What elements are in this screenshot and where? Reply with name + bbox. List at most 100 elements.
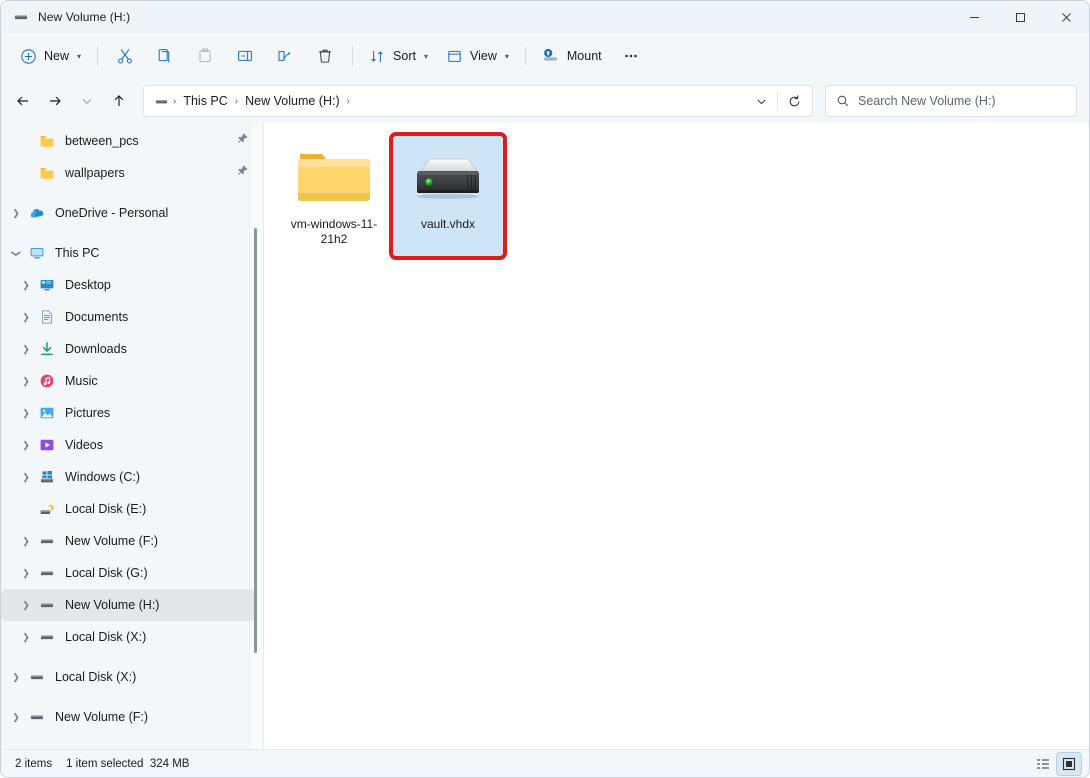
sidebar-item-pictures[interactable]: ❯ Pictures xyxy=(1,397,257,429)
sidebar-item-label: New Volume (F:) xyxy=(55,710,149,724)
sidebar-item-downloads[interactable]: ❯ Downloads xyxy=(1,333,257,365)
paste-button[interactable] xyxy=(185,40,225,72)
chevron-right-icon[interactable]: ❯ xyxy=(15,536,37,547)
toolbar-divider xyxy=(97,46,99,66)
sidebar-item-windows-c[interactable]: ❯ Windows (C:) xyxy=(1,461,257,493)
chevron-right-icon[interactable]: ❯ xyxy=(5,208,27,219)
main-body: between_pcs wallpapers ❯ OneDrive - Persona… xyxy=(1,123,1089,749)
address-dropdown-button[interactable] xyxy=(747,88,775,114)
status-bar: 2 items 1 item selected 324 MB xyxy=(1,749,1089,777)
sidebar-item-local-disk-x[interactable]: ❯ Local Disk (X:) xyxy=(1,621,257,653)
chevron-down-icon: ▾ xyxy=(423,51,428,61)
sidebar-item-videos[interactable]: ❯ Videos xyxy=(1,429,257,461)
chevron-right-icon[interactable]: ❯ xyxy=(15,312,37,323)
copy-button[interactable] xyxy=(145,40,185,72)
sidebar-item-local-disk-g[interactable]: ❯ Local Disk (G:) xyxy=(1,557,257,589)
rename-icon xyxy=(238,50,252,61)
pin-icon[interactable] xyxy=(236,164,249,182)
chevron-down-icon[interactable]: ❯ xyxy=(11,242,22,264)
navigation-tree: between_pcs wallpapers ❯ OneDrive - Persona… xyxy=(1,125,263,733)
sidebar-item-this-pc[interactable]: ❯ This PC xyxy=(1,237,257,269)
delete-button[interactable] xyxy=(305,40,345,72)
up-button[interactable] xyxy=(103,85,135,117)
title-bar: New Volume (H:) xyxy=(1,1,1089,33)
chevron-right-icon[interactable]: ❯ xyxy=(15,376,37,387)
sort-button[interactable]: Sort ▾ xyxy=(360,40,437,72)
search-icon xyxy=(836,94,850,108)
sidebar-item-documents[interactable]: ❯ Documents xyxy=(1,301,257,333)
file-tile[interactable]: vault.vhdx xyxy=(389,132,507,260)
large-icons-view-icon xyxy=(1062,757,1076,770)
breadcrumb: › This PC › New Volume (H:) › xyxy=(172,91,747,111)
sidebar-item-new-volume-f[interactable]: ❯ New Volume (F:) xyxy=(1,525,257,557)
chevron-right-icon[interactable]: ❯ xyxy=(15,280,37,291)
selection-count-text: 1 item selected xyxy=(66,757,144,770)
breadcrumb-item-this-pc[interactable]: This PC xyxy=(177,91,233,111)
sort-button-label: Sort xyxy=(393,49,416,63)
windows-drive-icon xyxy=(37,469,57,485)
sidebar-item-wallpapers[interactable]: wallpapers xyxy=(1,157,257,189)
drive-icon xyxy=(27,709,47,725)
view-button[interactable]: View ▾ xyxy=(437,40,518,72)
sidebar-item-label: Local Disk (E:) xyxy=(65,502,147,516)
music-icon xyxy=(37,373,57,389)
chevron-right-icon[interactable]: ❯ xyxy=(15,344,37,355)
rename-button[interactable] xyxy=(225,40,265,72)
search-box[interactable] xyxy=(825,85,1077,117)
sidebar-item-label: Local Disk (X:) xyxy=(65,630,147,644)
chevron-right-icon[interactable]: ❯ xyxy=(5,712,27,723)
pin-icon[interactable] xyxy=(236,132,249,150)
file-name-label: vault.vhdx xyxy=(420,217,476,231)
file-list-view[interactable]: vm-windows-11-21h2 vault.vhdx xyxy=(263,123,1089,749)
breadcrumb-address-bar[interactable]: › This PC › New Volume (H:) › xyxy=(143,85,813,117)
chevron-down-icon: ▾ xyxy=(504,51,509,61)
chevron-right-icon[interactable]: ❯ xyxy=(15,600,37,611)
chevron-right-icon[interactable]: ❯ xyxy=(15,568,37,579)
navigation-pane[interactable]: between_pcs wallpapers ❯ OneDrive - Persona… xyxy=(1,123,263,749)
vhdx-disk-icon xyxy=(417,158,479,199)
chevron-right-icon[interactable]: ❯ xyxy=(15,632,37,643)
cut-button[interactable] xyxy=(105,40,145,72)
breadcrumb-item-new-volume-h[interactable]: New Volume (H:) xyxy=(239,91,345,111)
file-tile[interactable]: vm-windows-11-21h2 xyxy=(278,135,390,257)
view-toggle-group xyxy=(1031,751,1082,776)
recent-locations-button[interactable] xyxy=(71,85,103,117)
sidebar-item-local-disk-x[interactable]: ❯ Local Disk (X:) xyxy=(1,661,257,693)
scissors-icon xyxy=(118,49,132,64)
close-button[interactable] xyxy=(1043,1,1089,33)
new-button[interactable]: New ▾ xyxy=(11,40,90,72)
sidebar-item-label: Downloads xyxy=(65,342,127,356)
sidebar-item-label: between_pcs xyxy=(65,134,139,148)
share-button[interactable] xyxy=(265,40,305,72)
refresh-button[interactable] xyxy=(780,88,808,114)
large-icons-view-button[interactable] xyxy=(1056,751,1082,776)
mount-button[interactable]: Mount xyxy=(533,40,611,72)
vhdx-disk-icon xyxy=(407,145,489,211)
file-explorer-window: New Volume (H:) New ▾ Sort ▾ View ▾ Moun… xyxy=(0,0,1090,778)
chevron-right-icon[interactable]: ❯ xyxy=(5,672,27,683)
sidebar-item-local-disk-e[interactable]: Local Disk (E:) xyxy=(1,493,257,525)
drive-icon xyxy=(13,9,29,25)
sidebar-item-label: New Volume (F:) xyxy=(65,534,159,548)
sidebar-item-between-pcs[interactable]: between_pcs xyxy=(1,125,257,157)
forward-button[interactable] xyxy=(39,85,71,117)
sidebar-scrollbar-thumb[interactable] xyxy=(254,228,257,653)
drive-icon xyxy=(37,629,57,645)
sidebar-item-desktop[interactable]: ❯ Desktop xyxy=(1,269,257,301)
search-input[interactable] xyxy=(858,94,1066,108)
maximize-button[interactable] xyxy=(997,1,1043,33)
chevron-right-icon[interactable]: ❯ xyxy=(15,408,37,419)
details-view-button[interactable] xyxy=(1031,753,1055,775)
sidebar-item-music[interactable]: ❯ Music xyxy=(1,365,257,397)
sidebar-item-new-volume-h[interactable]: ❯ New Volume (H:) xyxy=(1,589,257,621)
sidebar-item-label: Local Disk (G:) xyxy=(65,566,148,580)
chevron-right-icon[interactable]: ❯ xyxy=(15,472,37,483)
sidebar-item-onedrive-personal[interactable]: ❯ OneDrive - Personal xyxy=(1,197,257,229)
new-button-label: New xyxy=(44,49,70,63)
see-more-button[interactable] xyxy=(611,40,651,72)
sidebar-item-label: OneDrive - Personal xyxy=(55,206,169,220)
minimize-button[interactable] xyxy=(951,1,997,33)
sidebar-item-new-volume-f[interactable]: ❯ New Volume (F:) xyxy=(1,701,257,733)
chevron-right-icon[interactable]: ❯ xyxy=(15,440,37,451)
back-button[interactable] xyxy=(7,85,39,117)
